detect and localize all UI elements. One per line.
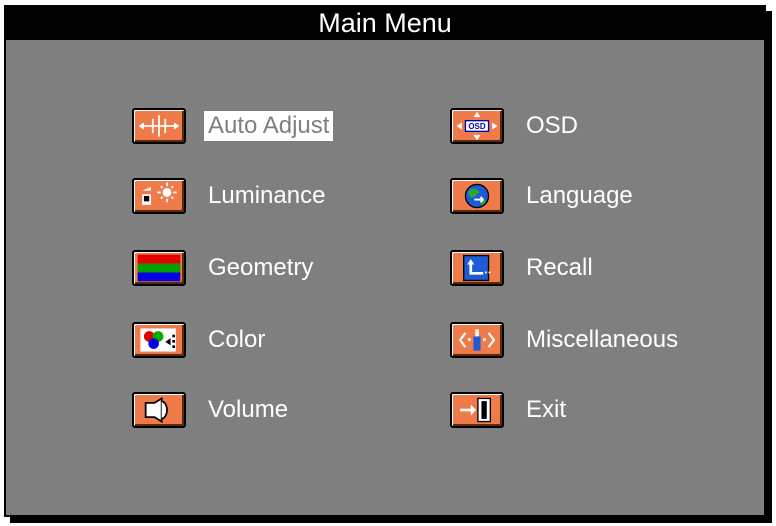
menu-item-label: Language	[526, 182, 633, 209]
exit-icon	[450, 392, 504, 428]
menu-item-label: Auto Adjust	[204, 111, 334, 141]
menu-item-volume[interactable]: Volume	[132, 390, 292, 430]
menu-title: Main Menu	[6, 7, 764, 40]
menu-item-luminance[interactable]: Luminance	[132, 176, 329, 216]
osd-icon: OSD	[450, 108, 504, 144]
language-icon	[450, 178, 504, 214]
auto-adjust-icon	[132, 108, 186, 144]
osd-main-menu: Main Menu Auto Adjust Luminance Geometry…	[4, 5, 766, 517]
menu-item-recall[interactable]: Recall	[450, 248, 597, 288]
volume-icon	[132, 392, 186, 428]
menu-item-label: Geometry	[208, 254, 314, 281]
menu-item-exit[interactable]: Exit	[450, 390, 570, 430]
menu-item-osd[interactable]: OSD OSD	[450, 106, 582, 146]
menu-item-label: Color	[208, 326, 266, 353]
menu-item-auto-adjust[interactable]: Auto Adjust	[132, 106, 334, 146]
menu-item-miscellaneous[interactable]: Miscellaneous	[450, 320, 682, 360]
menu-item-label: Recall	[526, 254, 593, 281]
menu-item-label: OSD	[526, 112, 579, 139]
recall-icon	[450, 250, 504, 286]
menu-item-label: Luminance	[208, 182, 326, 209]
menu-item-label: Miscellaneous	[526, 326, 679, 353]
menu-item-label: Exit	[526, 396, 567, 423]
osd-icon-text: OSD	[468, 122, 486, 131]
color-icon	[132, 322, 186, 358]
miscellaneous-icon	[450, 322, 504, 358]
geometry-icon	[132, 250, 186, 286]
menu-item-color[interactable]: Color	[132, 320, 269, 360]
menu-item-language[interactable]: Language	[450, 176, 637, 216]
menu-item-geometry[interactable]: Geometry	[132, 248, 317, 288]
luminance-icon	[132, 178, 186, 214]
menu-item-label: Volume	[208, 396, 289, 423]
